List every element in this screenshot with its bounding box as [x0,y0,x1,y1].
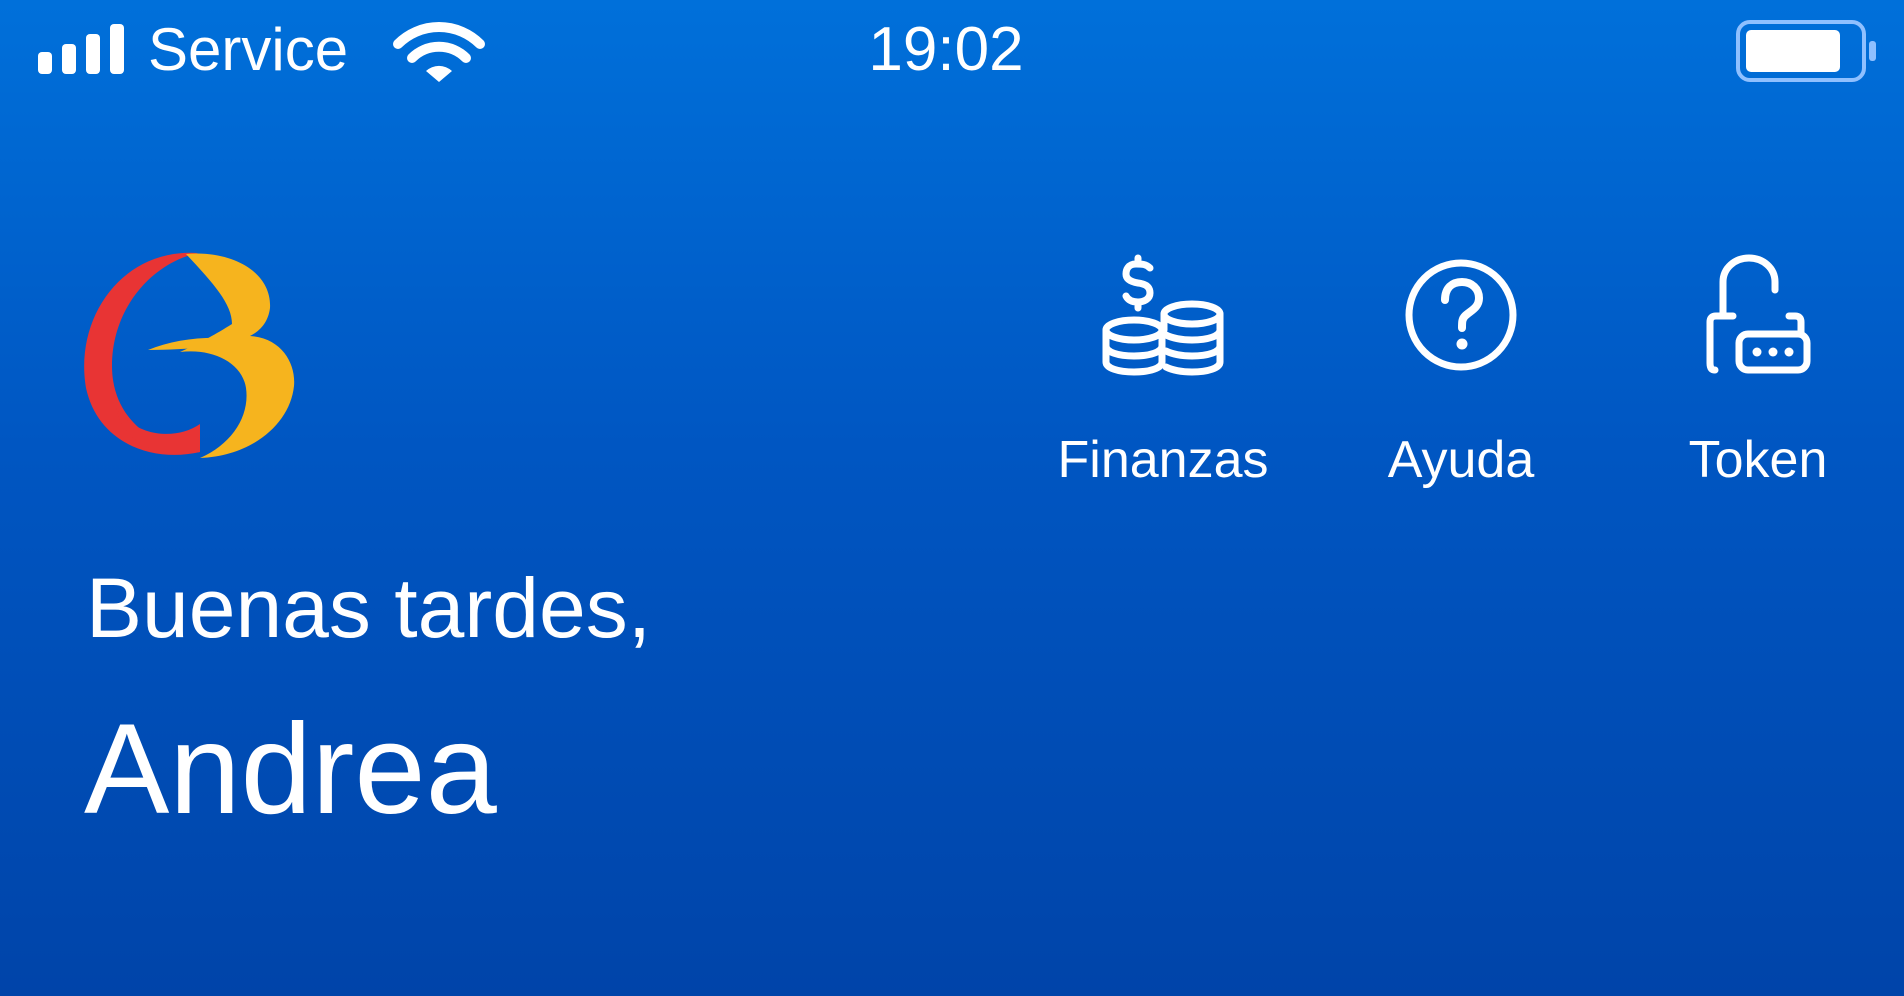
greeting-text: Buenas tardes, [86,561,652,655]
unlocked-padlock-icon [1706,254,1811,374]
token-label: Token [1688,431,1828,489]
dollar-coins-icon [1102,254,1224,376]
status-time: 19:02 [868,15,1024,84]
home-screen: Service 19:02 Finanzas Ayuda Token Buena… [0,0,1904,996]
battery-icon [1736,20,1876,82]
ayuda-button[interactable]: Ayuda [1351,250,1571,490]
finanzas-label: Finanzas [1057,431,1269,489]
help-circle-icon [1405,259,1517,371]
finanzas-button[interactable]: Finanzas [1053,250,1273,490]
bank-logo [84,252,295,458]
user-name: Andrea [84,698,497,841]
ayuda-label: Ayuda [1387,431,1535,489]
status-bar: Service 19:02 [0,0,1904,100]
token-button[interactable]: Token [1648,250,1868,490]
